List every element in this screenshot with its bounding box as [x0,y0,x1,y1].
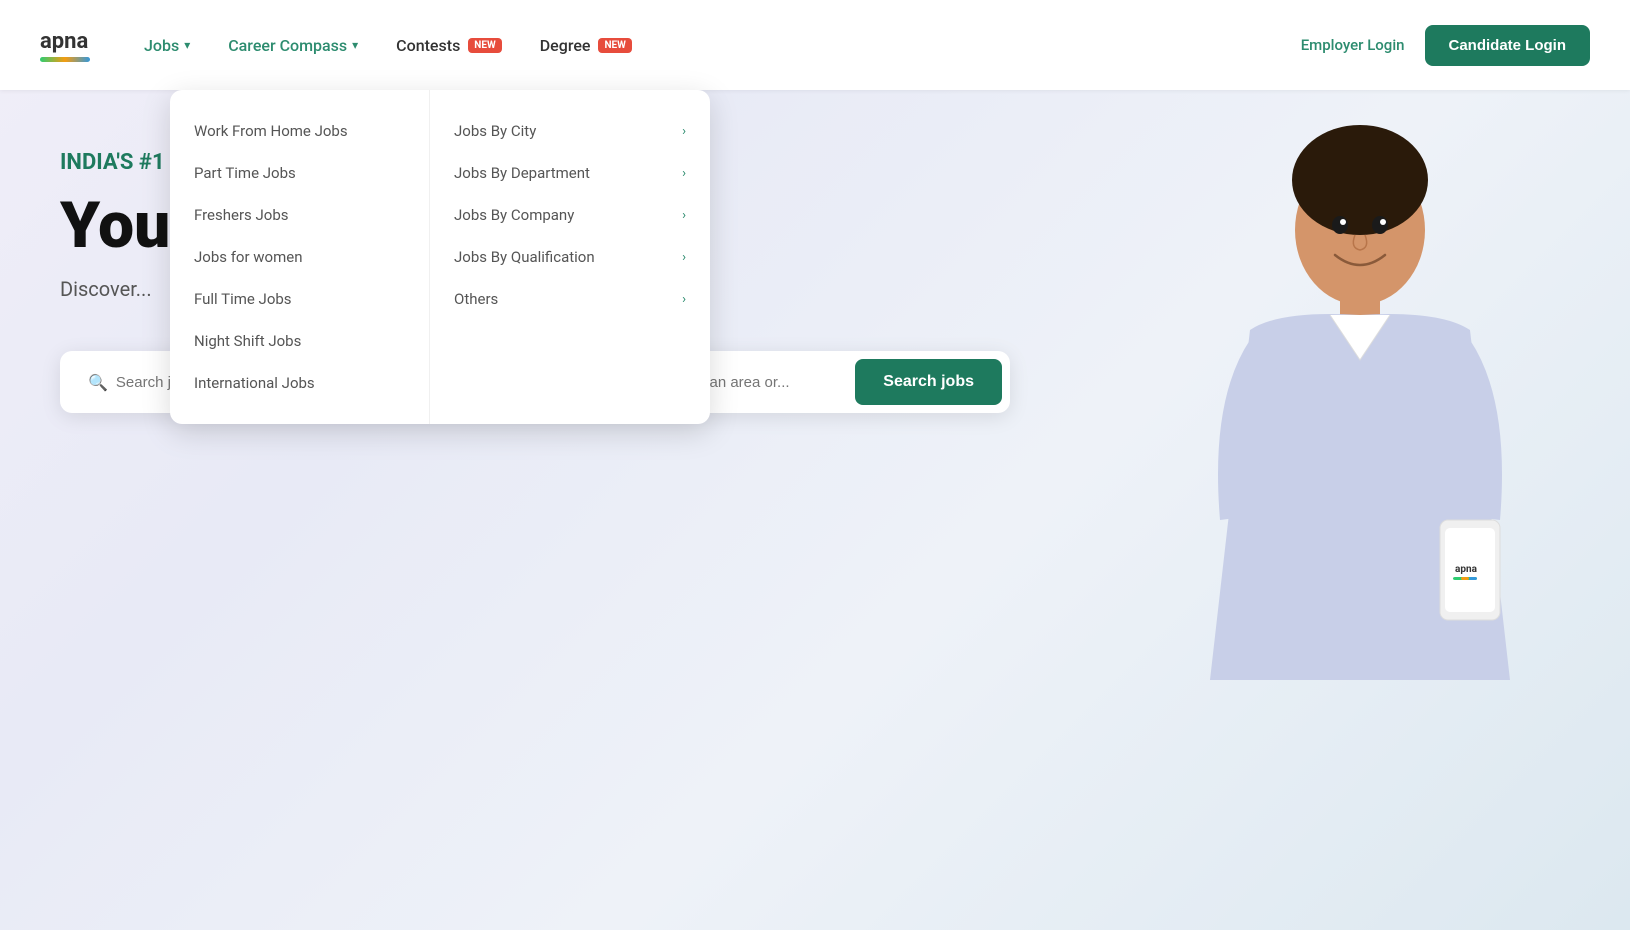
dropdown-item-parttime[interactable]: Part Time Jobs [170,152,429,194]
dropdown-item-women[interactable]: Jobs for women [170,236,429,278]
jobs-chevron-icon: ▾ [184,38,190,52]
contests-badge: NEW [468,38,501,53]
dropdown-item-bycity[interactable]: Jobs By City › [430,110,710,152]
nav-contests-label: Contests [396,36,460,55]
dropdown-item-freshers[interactable]: Freshers Jobs [170,194,429,236]
logo-bar [40,57,90,62]
nav-degree-label: Degree [540,36,591,55]
dropdown-item-bycompany[interactable]: Jobs By Company › [430,194,710,236]
dropdown-item-international[interactable]: International Jobs [170,362,429,404]
employer-login-link[interactable]: Employer Login [1301,36,1405,54]
dropdown-left-panel: Work From Home Jobs Part Time Jobs Fresh… [170,90,430,424]
logo[interactable]: apna [40,29,90,62]
jobs-dropdown: Work From Home Jobs Part Time Jobs Fresh… [170,90,710,424]
svg-text:apna: apna [1455,564,1478,575]
career-chevron-icon: ▾ [352,38,358,52]
nav-item-career-compass[interactable]: Career Compass ▾ [214,28,372,63]
nav-item-degree[interactable]: Degree NEW [526,28,646,63]
header: apna Jobs ▾ Career Compass ▾ Contests NE… [0,0,1630,90]
dropdown-right-panel: Jobs By City › Jobs By Department › Jobs… [430,90,710,424]
nav-item-jobs[interactable]: Jobs ▾ [130,28,204,63]
nav-item-contests[interactable]: Contests NEW [382,28,516,63]
bydept-arrow-icon: › [682,166,686,181]
main-nav: Jobs ▾ Career Compass ▾ Contests NEW Deg… [130,28,1301,63]
search-jobs-button[interactable]: Search jobs [855,359,1002,405]
nav-career-label: Career Compass [228,36,347,55]
dropdown-item-nightshift[interactable]: Night Shift Jobs [170,320,429,362]
bycity-arrow-icon: › [682,124,686,139]
byqual-arrow-icon: › [682,250,686,265]
dropdown-item-wfh[interactable]: Work From Home Jobs [170,110,429,152]
dropdown-item-bydept[interactable]: Jobs By Department › [430,152,710,194]
hero-title-you: You [60,188,170,263]
bycompany-arrow-icon: › [682,208,686,223]
dropdown-item-fulltime[interactable]: Full Time Jobs [170,278,429,320]
hero-person-image: apna [1130,100,1590,800]
degree-badge: NEW [598,38,631,53]
header-right: Employer Login Candidate Login [1301,25,1590,66]
search-job-icon: 🔍 [88,373,108,392]
dropdown-item-byqual[interactable]: Jobs By Qualification › [430,236,710,278]
logo-text: apna [40,29,90,54]
dropdown-item-others[interactable]: Others › [430,278,710,320]
nav-jobs-label: Jobs [144,36,179,55]
others-arrow-icon: › [682,292,686,307]
candidate-login-button[interactable]: Candidate Login [1425,25,1591,66]
